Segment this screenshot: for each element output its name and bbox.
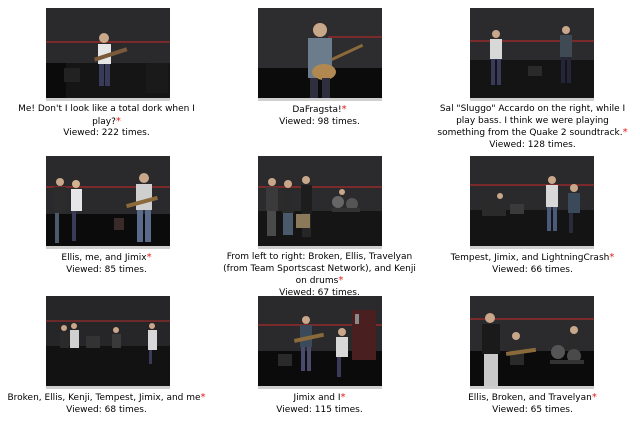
new-star-icon: *: [338, 275, 344, 286]
photo-caption: Ellis, me, and Jimix* Viewed: 85 times.: [6, 252, 207, 276]
photo-caption: Broken, Ellis, Kenji, Tempest, Jimix, an…: [6, 392, 207, 416]
photo-image: [46, 156, 170, 246]
caption-text: Tempest, Jimix, and LightningCrash: [450, 253, 610, 263]
photo-thumbnail[interactable]: [46, 156, 170, 249]
photo-thumbnail[interactable]: [258, 296, 382, 389]
photo-image: [470, 156, 594, 246]
viewed-label: Viewed:: [276, 404, 315, 415]
viewed-suffix: times.: [329, 116, 360, 127]
viewed-label: Viewed:: [492, 264, 531, 275]
caption-text: Ellis, me, and Jimix: [61, 253, 147, 263]
photo-image: [258, 8, 382, 98]
caption-text: Sal "Sluggo" Accardo on the right, while…: [437, 104, 626, 138]
photo-caption: Jimix and I* Viewed: 115 times.: [219, 392, 420, 416]
photo-image: [258, 156, 382, 246]
photo-caption: DaFragsta!* Viewed: 98 times.: [219, 104, 420, 128]
photo-thumbnail[interactable]: [258, 156, 382, 249]
gallery-item: Ellis, me, and Jimix* Viewed: 85 times.: [0, 148, 213, 288]
new-star-icon: *: [340, 392, 346, 403]
viewed-label: Viewed:: [63, 128, 102, 138]
viewed-suffix: times.: [542, 264, 573, 275]
photo-thumbnail[interactable]: [470, 156, 594, 249]
photo-thumbnail[interactable]: [470, 8, 594, 101]
new-star-icon: *: [341, 104, 347, 115]
view-count: 65: [530, 404, 543, 415]
new-star-icon: *: [609, 252, 615, 263]
photo-caption: Ellis, Broken, and Travelyan* Viewed: 65…: [432, 392, 633, 416]
photo-caption: Sal "Sluggo" Accardo on the right, while…: [432, 104, 633, 151]
viewed-label: Viewed:: [492, 404, 531, 415]
photo-thumbnail[interactable]: [470, 296, 594, 389]
new-star-icon: *: [622, 127, 628, 138]
new-star-icon: *: [591, 392, 597, 403]
view-count: 68: [104, 404, 117, 415]
photo-thumbnail[interactable]: [46, 8, 170, 101]
viewed-suffix: times.: [542, 404, 573, 415]
view-count: 222: [101, 128, 119, 138]
photo-image: [46, 296, 170, 386]
gallery-item: Broken, Ellis, Kenji, Tempest, Jimix, an…: [0, 288, 213, 422]
caption-text: Broken, Ellis, Kenji, Tempest, Jimix, an…: [7, 393, 201, 403]
gallery-item: From left to right: Broken, Ellis, Trave…: [213, 148, 426, 298]
viewed-suffix: times.: [116, 264, 147, 275]
caption-text: From left to right: Broken, Ellis, Trave…: [223, 252, 416, 286]
caption-text: Jimix and I: [293, 393, 341, 403]
view-count: 85: [104, 264, 117, 275]
photo-image: [46, 8, 170, 98]
photo-thumbnail[interactable]: [46, 296, 170, 389]
view-count: 115: [314, 404, 332, 415]
gallery-item: Tempest, Jimix, and LightningCrash* View…: [426, 148, 639, 288]
viewed-label: Viewed:: [279, 116, 318, 127]
photo-image: [470, 296, 594, 386]
caption-text: Me! Don't I look like a total dork when …: [18, 104, 195, 127]
view-count: 98: [317, 116, 330, 127]
viewed-suffix: times.: [118, 128, 150, 138]
photo-caption: Me! Don't I look like a total dork when …: [6, 104, 207, 140]
gallery-item: Jimix and I* Viewed: 115 times.: [213, 288, 426, 422]
viewed-label: Viewed:: [66, 264, 105, 275]
gallery-item: Sal "Sluggo" Accardo on the right, while…: [426, 0, 639, 150]
gallery-item: Me! Don't I look like a total dork when …: [0, 0, 213, 140]
photo-image: [470, 8, 594, 98]
viewed-suffix: times.: [331, 404, 363, 415]
viewed-label: Viewed:: [66, 404, 105, 415]
gallery-item: Ellis, Broken, and Travelyan* Viewed: 65…: [426, 288, 639, 422]
new-star-icon: *: [146, 252, 152, 263]
photo-image: [258, 296, 382, 386]
caption-text: DaFragsta!: [292, 105, 342, 115]
viewed-suffix: times.: [116, 404, 147, 415]
new-star-icon: *: [115, 115, 121, 127]
photo-thumbnail[interactable]: [258, 8, 382, 101]
caption-text: Ellis, Broken, and Travelyan: [468, 393, 592, 403]
photo-caption: Tempest, Jimix, and LightningCrash* View…: [432, 252, 633, 276]
view-count: 66: [530, 264, 543, 275]
gallery-item: DaFragsta!* Viewed: 98 times.: [213, 0, 426, 140]
new-star-icon: *: [200, 392, 206, 403]
